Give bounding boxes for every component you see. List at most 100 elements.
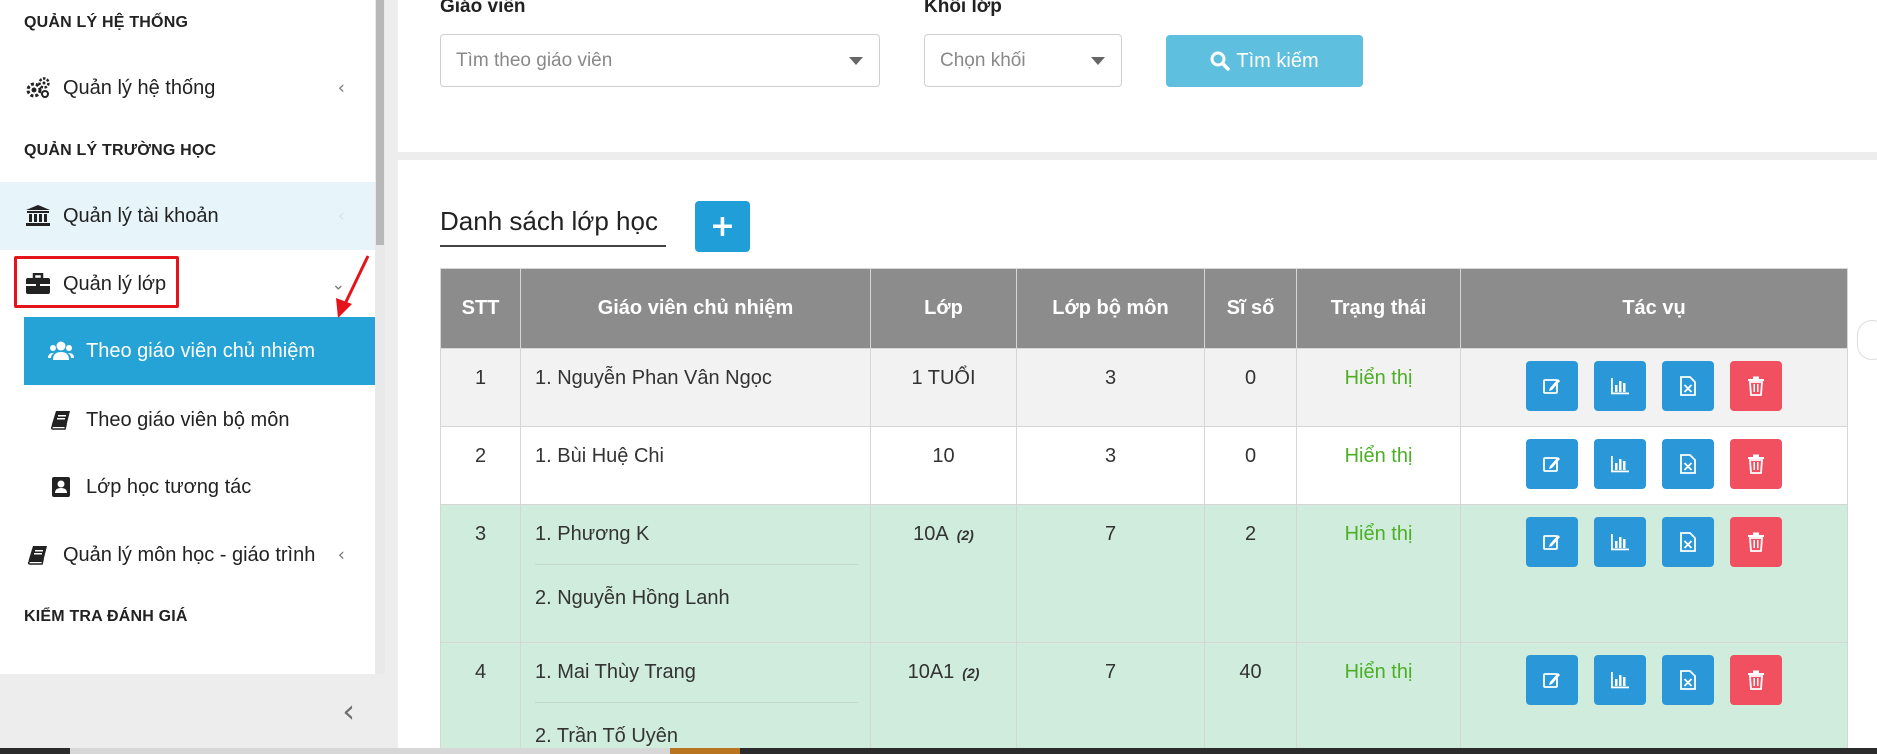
cell-status: Hiển thị: [1296, 504, 1461, 643]
bank-icon: [25, 203, 51, 229]
column-header-subject-classes: Lớp bộ môn: [1016, 268, 1205, 349]
gears-icon: [25, 75, 51, 101]
cell-subject-classes: 3: [1016, 426, 1205, 505]
export-excel-button[interactable]: [1662, 517, 1714, 567]
class-list-card: Danh sách lớp học + STT Giáo viên chủ nh…: [398, 160, 1877, 754]
caret-down-icon: [849, 57, 863, 65]
column-header-homeroom-teacher: Giáo viên chủ nhiệm: [520, 268, 871, 349]
cell-stt: 2: [440, 426, 521, 505]
class-name: 10A1: [907, 661, 955, 683]
sidebar: QUẢN LÝ HỆ THỐNG Quản lý hệ thống ‹ QUẢN…: [0, 0, 375, 674]
table-row: 2 1. Bùi Huệ Chi 10 3 0 Hiển thị: [440, 426, 1848, 505]
statistics-button[interactable]: [1594, 517, 1646, 567]
class-name: 10: [932, 445, 955, 467]
class-name: 1 TUỔI: [911, 367, 976, 389]
bar-chart-icon: [1611, 534, 1629, 551]
sidebar-subitem-interactive-class[interactable]: Lớp học tương tác: [24, 453, 375, 521]
edit-button[interactable]: [1526, 517, 1578, 567]
sidebar-subitem-homeroom-teacher[interactable]: Theo giáo viên chủ nhiệm: [24, 317, 375, 385]
cell-class: 10: [870, 426, 1017, 505]
cell-class: 10A (2): [870, 504, 1017, 643]
column-header-actions: Tác vụ: [1460, 268, 1848, 349]
cell-students: 2: [1204, 504, 1297, 643]
cell-class: 1 TUỔI: [870, 348, 1017, 427]
cell-teachers: 1. Phương K 2. Nguyễn Hồng Lanh: [520, 504, 871, 643]
taskbar-strip: [0, 748, 1877, 754]
annotation-arrow-icon: [336, 255, 370, 318]
collapse-sidebar-icon[interactable]: ‹: [342, 692, 355, 730]
cell-status: Hiển thị: [1296, 426, 1461, 505]
cell-teachers: 1. Bùi Huệ Chi: [520, 426, 871, 505]
trash-icon: [1748, 532, 1764, 552]
chevron-left-icon: ‹: [337, 77, 345, 99]
cell-stt: 3: [440, 504, 521, 643]
sidebar-item-accounts[interactable]: Quản lý tài khoản ‹: [0, 182, 375, 250]
sidebar-item-label: Quản lý môn học - giáo trình: [63, 543, 316, 566]
statistics-button[interactable]: [1594, 361, 1646, 411]
delete-button[interactable]: [1730, 517, 1782, 567]
trash-icon: [1748, 670, 1764, 690]
teacher-select[interactable]: Tìm theo giáo viên: [440, 34, 880, 87]
class-count-badge: (2): [962, 665, 980, 681]
edit-icon: [1543, 379, 1560, 394]
trash-icon: [1748, 376, 1764, 396]
export-excel-button[interactable]: [1662, 655, 1714, 705]
edit-icon: [1543, 535, 1560, 550]
column-header-students: Sĩ số: [1204, 268, 1297, 349]
export-excel-button[interactable]: [1662, 439, 1714, 489]
users-icon: [48, 338, 74, 364]
cell-subject-classes: 3: [1016, 348, 1205, 427]
taskbar-segment: [670, 748, 740, 754]
search-icon: [1210, 51, 1231, 71]
cell-stt: 4: [440, 642, 521, 754]
grade-select-placeholder: Chọn khối: [940, 49, 1026, 71]
sidebar-subitem-subject-teacher[interactable]: Theo giáo viên bộ môn: [24, 386, 375, 454]
class-count-badge: (2): [956, 527, 974, 543]
table-header-row: STT Giáo viên chủ nhiệm Lớp Lớp bộ môn S…: [440, 268, 1848, 349]
chevron-left-icon: ‹: [337, 205, 345, 227]
statistics-button[interactable]: [1594, 655, 1646, 705]
cell-students: 0: [1204, 348, 1297, 427]
sidebar-item-system[interactable]: Quản lý hệ thống ‹: [0, 54, 375, 122]
edit-icon: [1543, 457, 1560, 472]
grade-filter-label: Khối lớp: [924, 0, 1002, 17]
grade-select[interactable]: Chọn khối: [924, 34, 1122, 87]
search-button[interactable]: Tìm kiếm: [1166, 35, 1363, 87]
add-class-button[interactable]: +: [695, 201, 750, 252]
sidebar-footer: ‹: [0, 674, 385, 748]
statistics-button[interactable]: [1594, 439, 1646, 489]
sidebar-item-classes[interactable]: Quản lý lớp ⌄: [0, 250, 375, 318]
caret-down-icon: [1091, 57, 1105, 65]
edit-button[interactable]: [1526, 655, 1578, 705]
cell-stt: 1: [440, 348, 521, 427]
scrollbar-thumb[interactable]: [376, 0, 384, 245]
bar-chart-icon: [1611, 378, 1629, 395]
class-name: 10A: [913, 523, 949, 545]
teacher-name: 1. Mai Thùy Trang: [535, 661, 696, 683]
sidebar-scrollbar[interactable]: [375, 0, 385, 674]
teacher-filter-label: Giáo viên: [440, 0, 526, 17]
teacher-name: 2. Trần Tố Uyên: [535, 702, 858, 754]
delete-button[interactable]: [1730, 655, 1782, 705]
teacher-name: 1. Nguyễn Phan Vân Ngọc: [535, 367, 772, 389]
column-header-class: Lớp: [870, 268, 1017, 349]
delete-button[interactable]: [1730, 439, 1782, 489]
sidebar-subitem-label: Lớp học tương tác: [86, 475, 252, 498]
export-excel-button[interactable]: [1662, 361, 1714, 411]
cell-actions: [1460, 642, 1848, 754]
book-icon: [25, 542, 51, 568]
book-icon: [48, 407, 74, 433]
excel-file-icon: [1680, 376, 1696, 396]
cell-class: 10A1 (2): [870, 642, 1017, 754]
cell-teachers: 1. Nguyễn Phan Vân Ngọc: [520, 348, 871, 427]
section-heading-assessment: KIỂM TRA ĐÁNH GIÁ: [24, 608, 188, 625]
teacher-select-placeholder: Tìm theo giáo viên: [456, 49, 613, 71]
sidebar-subitem-label: Theo giáo viên chủ nhiệm: [86, 339, 316, 362]
sidebar-item-label: Quản lý tài khoản: [63, 204, 219, 227]
sidebar-item-subjects[interactable]: Quản lý môn học - giáo trình ‹: [0, 521, 375, 589]
edit-icon: [1543, 673, 1560, 688]
edit-button[interactable]: [1526, 439, 1578, 489]
delete-button[interactable]: [1730, 361, 1782, 411]
edit-button[interactable]: [1526, 361, 1578, 411]
floating-side-tab[interactable]: [1857, 320, 1877, 360]
